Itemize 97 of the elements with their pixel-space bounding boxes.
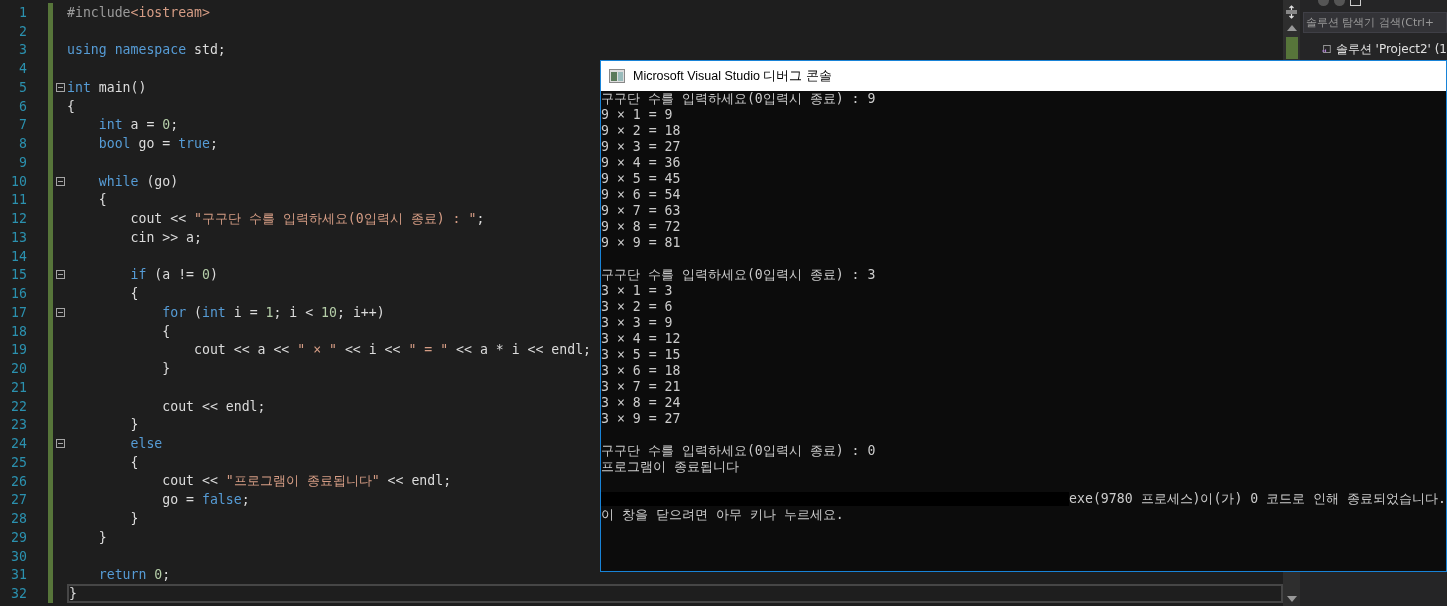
line-number: 23 [10, 417, 27, 433]
console-line: 9 × 5 = 45 [601, 171, 681, 187]
line-number: 13 [10, 229, 27, 245]
code-line: cin >> a; [129, 229, 202, 245]
console-line: 3 × 4 = 12 [601, 331, 681, 347]
console-icon [609, 69, 625, 83]
code-line: { [161, 323, 171, 339]
line-number: 7 [18, 117, 27, 133]
window-title: Microsoft Visual Studio 디버그 콘솔 [633, 67, 832, 85]
line-number: 30 [10, 548, 27, 564]
code-line: int main() [67, 79, 147, 95]
code-line: else [129, 436, 163, 452]
console-line: 3 × 6 = 18 [601, 363, 681, 379]
line-number: 18 [10, 323, 27, 339]
line-number: 12 [10, 211, 27, 227]
code-line: } [129, 417, 139, 433]
line-number: 6 [18, 98, 27, 114]
code-line: { [129, 454, 139, 470]
line-number: 5 [18, 79, 27, 95]
console-line: 이 창을 닫으려면 아무 키나 누르세요. [601, 507, 844, 523]
code-line: cout << "프로그램이 종료됩니다" << endl; [161, 472, 452, 491]
line-number: 2 [18, 23, 27, 39]
console-line: 3 × 8 = 24 [601, 395, 681, 411]
line-number: 9 [18, 154, 27, 170]
line-number: 4 [18, 61, 27, 77]
code-line: } [161, 361, 171, 377]
console-line: 구구단 수를 입력하세요(0입력시 종료) : 3 [601, 267, 876, 283]
code-line: cout << "구구단 수를 입력하세요(0입력시 종료) : "; [129, 209, 485, 228]
code-line: go = false; [161, 492, 250, 508]
code-line: cout << a << " × " << i << " = " << a * i << endl; [193, 342, 592, 358]
console-line: 9 × 7 = 63 [601, 203, 681, 219]
line-number: 16 [10, 286, 27, 302]
split-icon[interactable] [1285, 5, 1298, 19]
line-number: 14 [10, 248, 27, 264]
collapse-icon[interactable] [55, 439, 65, 449]
line-number: 26 [10, 473, 27, 489]
console-line: 구구단 수를 입력하세요(0입력시 종료) : 0 [601, 443, 876, 459]
code-line: cout << endl; [161, 398, 266, 414]
console-line: 9 × 4 = 36 [601, 155, 681, 171]
code-line: return 0; [97, 567, 171, 583]
scroll-up-icon[interactable] [1286, 25, 1297, 31]
console-line: 3 × 3 = 9 [601, 315, 673, 331]
console-line: 9 × 6 = 54 [601, 187, 681, 203]
line-number: 27 [10, 492, 27, 508]
code-line: if (a != 0) [129, 267, 218, 283]
line-number: 1 [18, 4, 27, 20]
line-number: 28 [10, 511, 27, 527]
code-line: bool go = true; [97, 136, 218, 152]
console-line: 9 × 9 = 81 [601, 235, 681, 251]
line-number: 19 [10, 342, 27, 358]
collapse-icon[interactable] [55, 307, 65, 317]
code-line: int a = 0; [97, 117, 179, 133]
code-line: { [129, 286, 139, 302]
console-line: exe(9780 프로세스)이(가) 0 코드로 인해 종료되었습니다. [1069, 491, 1446, 507]
console-line: 프로그램이 종료됩니다 [601, 459, 739, 475]
code-line: using namespace std; [67, 42, 226, 58]
line-number: 10 [10, 173, 27, 189]
search-field[interactable]: 솔루션 탐색기 검색(Ctrl+ [1303, 12, 1447, 33]
change-marker [1285, 37, 1298, 59]
collapse-icon[interactable] [55, 270, 65, 280]
line-number: 17 [10, 304, 27, 320]
console-line: 3 × 1 = 3 [601, 283, 673, 299]
line-number: 31 [10, 567, 27, 583]
code-line: #include<iostream> [67, 4, 210, 20]
code-line: for (int i = 1; i < 10; i++) [161, 304, 385, 320]
line-number: 25 [10, 454, 27, 470]
tree-item[interactable]: 솔루션 'Project2' (1 [1322, 41, 1447, 58]
code-line: } [97, 529, 107, 545]
line-number: 29 [10, 529, 27, 545]
code-line: } [129, 511, 139, 527]
scrollbar-track[interactable] [1283, 572, 1300, 606]
console-line: 9 × 2 = 18 [601, 123, 681, 139]
line-number: 3 [18, 42, 27, 58]
line-number: 21 [10, 379, 27, 395]
code-line: { [67, 98, 75, 114]
code-line: while (go) [97, 173, 179, 189]
console-line: 9 × 1 = 9 [601, 107, 673, 123]
line-number: 32 [10, 586, 27, 602]
code-line: } [69, 586, 77, 602]
line-number: 22 [10, 398, 27, 414]
console-line: 3 × 7 = 21 [601, 379, 681, 395]
scroll-down-icon[interactable] [1286, 596, 1297, 602]
console-line: 3 × 2 = 6 [601, 299, 673, 315]
console-line: 구구단 수를 입력하세요(0입력시 종료) : 9 [601, 91, 876, 107]
console-line: 9 × 3 = 27 [601, 139, 681, 155]
console-line: 3 × 9 = 27 [601, 411, 681, 427]
line-number: 15 [10, 267, 27, 283]
line-number: 20 [10, 361, 27, 377]
line-number: 8 [18, 136, 27, 152]
scrollbar-track[interactable] [1283, 0, 1300, 60]
line-number: 24 [10, 436, 27, 452]
code-line: { [97, 192, 107, 208]
line-number: 11 [10, 192, 27, 208]
console-line: 9 × 8 = 72 [601, 219, 681, 235]
collapse-icon[interactable] [55, 82, 65, 92]
console-line: 3 × 5 = 15 [601, 347, 681, 363]
collapse-icon[interactable] [55, 176, 65, 186]
